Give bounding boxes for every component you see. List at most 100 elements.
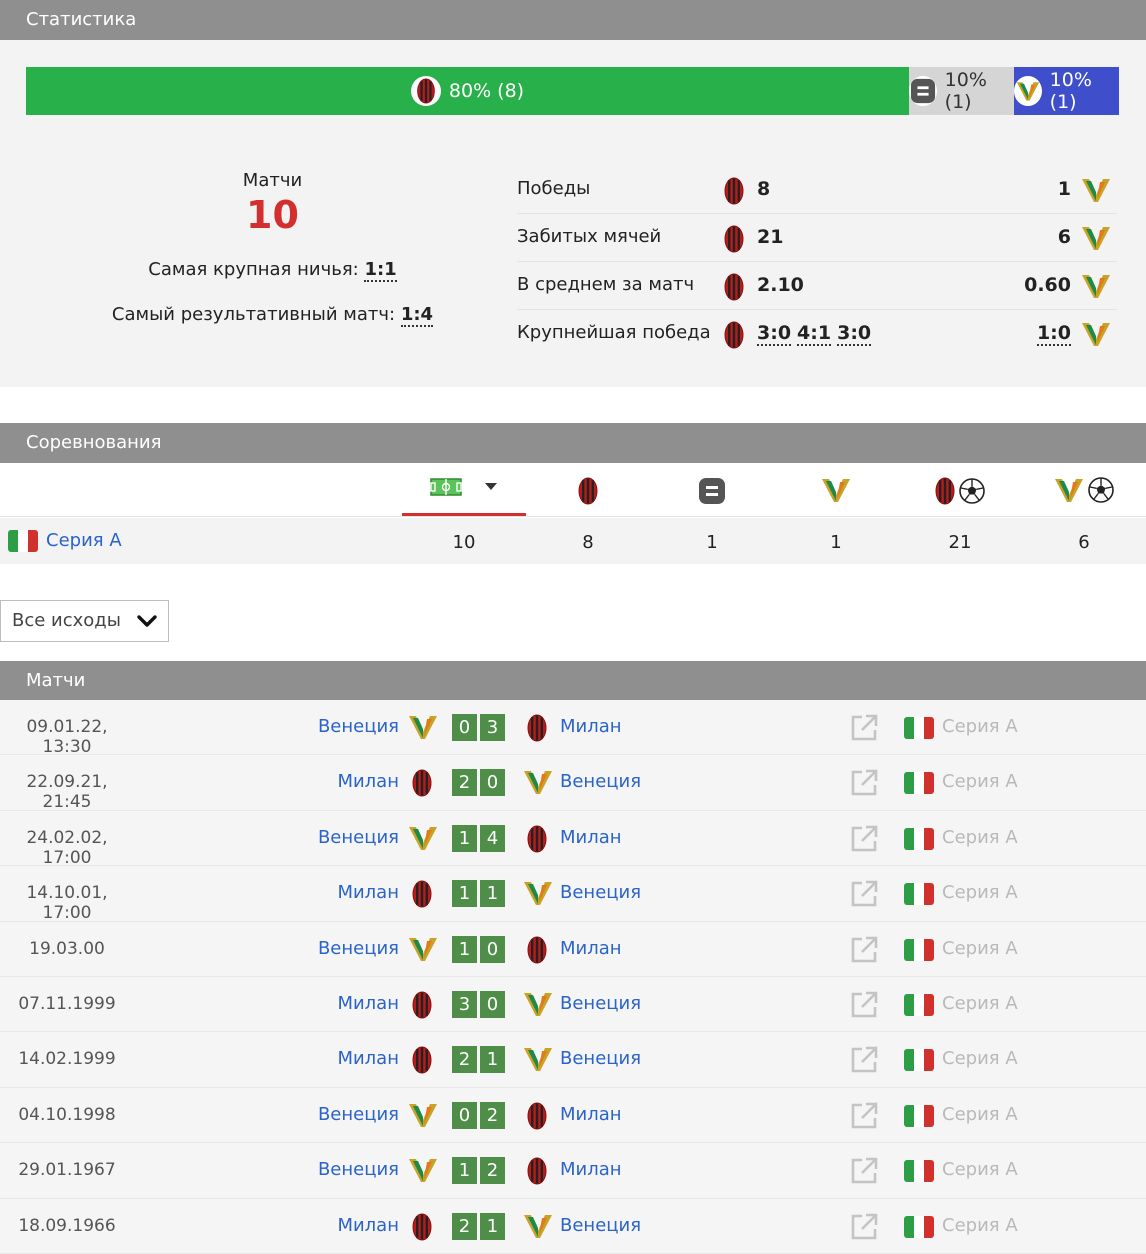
home-team-link[interactable]: Милан — [337, 1215, 399, 1236]
away-team-link[interactable]: Венеция — [560, 993, 641, 1014]
external-link-icon[interactable] — [849, 879, 879, 909]
away-team-logo-icon — [523, 880, 553, 911]
home-team-link[interactable]: Милан — [337, 771, 399, 792]
league-link[interactable]: Серия А — [942, 716, 1018, 737]
away-team-link[interactable]: Милан — [560, 938, 622, 959]
sort-by-matches[interactable] — [402, 477, 526, 497]
match-score[interactable]: 2 1 — [452, 1046, 505, 1074]
external-link-icon[interactable] — [849, 713, 879, 743]
external-link-icon[interactable] — [849, 1045, 879, 1075]
league-link[interactable]: Серия А — [942, 1104, 1018, 1125]
venezia-logo-icon — [1014, 76, 1042, 106]
league-link[interactable]: Серия А — [942, 938, 1018, 959]
external-link-icon[interactable] — [849, 1101, 879, 1131]
away-team-link[interactable]: Венеция — [560, 1215, 641, 1236]
match-row[interactable]: 24.02.02, 17:00 Венеция 1 4 Милан Серия … — [0, 810, 1146, 868]
away-team-link[interactable]: Венеция — [560, 1048, 641, 1069]
biggest-win-score[interactable]: 4:1 — [797, 322, 832, 346]
top-scoring-value[interactable]: 1:4 — [400, 304, 434, 327]
biggest-win-score[interactable]: 3:0 — [757, 322, 792, 346]
match-score[interactable]: 2 1 — [452, 1212, 505, 1240]
sort-by-draws[interactable] — [650, 477, 774, 505]
home-goals: 1 — [452, 880, 477, 908]
away-goals: 1 — [480, 1212, 505, 1240]
away-goals: 2 — [480, 1157, 505, 1185]
biggest-win-score[interactable]: 1:0 — [1036, 322, 1071, 346]
match-row[interactable]: 09.01.22, 13:30 Венеция 0 3 Милан Серия … — [0, 700, 1146, 757]
stat-label: Победы — [517, 178, 591, 199]
matches-total: 10 — [246, 193, 299, 237]
venezia-logo-icon — [821, 477, 851, 503]
match-row[interactable]: 18.09.1966 Милан 2 1 Венеция Серия А — [0, 1198, 1146, 1254]
away-team-link[interactable]: Милан — [560, 1159, 622, 1180]
home-team-link[interactable]: Венеция — [318, 827, 399, 848]
match-score[interactable]: 1 4 — [452, 824, 505, 852]
milan-logo-icon — [935, 477, 955, 505]
home-team-link[interactable]: Милан — [337, 993, 399, 1014]
home-team-link[interactable]: Венеция — [318, 938, 399, 959]
match-row[interactable]: 29.01.1967 Венеция 1 2 Милан Серия А — [0, 1143, 1146, 1199]
match-row[interactable]: 04.10.1998 Венеция 0 2 Милан Серия А — [0, 1087, 1146, 1144]
match-row[interactable]: 07.11.1999 Милан 3 0 Венеция Серия А — [0, 976, 1146, 1033]
external-link-icon[interactable] — [849, 990, 879, 1020]
sort-by-milan-goals[interactable] — [898, 477, 1022, 505]
caret-down-icon — [485, 483, 497, 490]
home-team-link[interactable]: Милан — [337, 1048, 399, 1069]
result-distribution-bar: 80% (8) 10% (1) 10% (1) — [26, 67, 1119, 115]
away-team-link[interactable]: Венеция — [560, 771, 641, 792]
league-link[interactable]: Серия А — [942, 993, 1018, 1014]
external-link-icon[interactable] — [849, 935, 879, 965]
sort-by-venezia-wins[interactable] — [774, 477, 898, 503]
external-link-icon[interactable] — [849, 1212, 879, 1242]
home-team-link[interactable]: Милан — [337, 882, 399, 903]
away-team-logo-icon — [527, 1102, 547, 1135]
match-score[interactable]: 2 0 — [452, 769, 505, 797]
italy-flag-icon — [904, 717, 934, 739]
stat-away-value: 6 — [1057, 226, 1071, 248]
statistics-title: Статистика — [26, 9, 137, 30]
home-team-link[interactable]: Венеция — [318, 1104, 399, 1125]
away-team-link[interactable]: Венеция — [560, 882, 641, 903]
match-score[interactable]: 3 0 — [452, 990, 505, 1018]
home-team-link[interactable]: Венеция — [318, 716, 399, 737]
match-date: 29.01.1967 — [18, 1160, 116, 1181]
competition-link[interactable]: Серия А — [46, 530, 122, 551]
away-goals: 0 — [480, 769, 505, 797]
league-link[interactable]: Серия А — [942, 827, 1018, 848]
venezia-logo-icon — [1081, 273, 1111, 299]
league-link[interactable]: Серия А — [942, 1215, 1018, 1236]
match-score[interactable]: 0 2 — [452, 1101, 505, 1129]
home-team-logo-icon — [408, 825, 438, 856]
external-link-icon[interactable] — [849, 1156, 879, 1186]
external-link-icon[interactable] — [849, 768, 879, 798]
italy-flag-icon — [904, 1105, 934, 1127]
league-link[interactable]: Серия А — [942, 1159, 1018, 1180]
home-goals: 1 — [452, 1157, 477, 1185]
league-link[interactable]: Серия А — [942, 1048, 1018, 1069]
match-score[interactable]: 1 0 — [452, 935, 505, 963]
match-row[interactable]: 14.02.1999 Милан 2 1 Венеция Серия А — [0, 1032, 1146, 1088]
league-link[interactable]: Серия А — [942, 882, 1018, 903]
stat-row-goals: Забитых мячей 21 6 — [517, 214, 1117, 262]
sort-by-milan-wins[interactable] — [526, 477, 650, 505]
match-score[interactable]: 0 3 — [452, 714, 505, 741]
league-link[interactable]: Серия А — [942, 771, 1018, 792]
away-wins-segment[interactable]: 10% (1) — [1014, 67, 1119, 115]
match-row[interactable]: 19.03.00 Венеция 1 0 Милан Серия А — [0, 921, 1146, 977]
away-team-link[interactable]: Милан — [560, 827, 622, 848]
match-row[interactable]: 22.09.21, 21:45 Милан 2 0 Венеция Серия … — [0, 755, 1146, 812]
away-team-link[interactable]: Милан — [560, 716, 622, 737]
draws-segment[interactable]: 10% (1) — [909, 67, 1014, 115]
match-score[interactable]: 1 2 — [452, 1157, 505, 1185]
home-wins-segment[interactable]: 80% (8) — [26, 67, 909, 115]
biggest-draw-value[interactable]: 1:1 — [364, 259, 397, 282]
match-score[interactable]: 1 1 — [452, 880, 505, 908]
sort-by-venezia-goals[interactable] — [1022, 477, 1146, 503]
away-team-link[interactable]: Милан — [560, 1104, 622, 1125]
external-link-icon[interactable] — [849, 824, 879, 854]
match-row[interactable]: 14.10.01, 17:00 Милан 1 1 Венеция Серия … — [0, 866, 1146, 923]
home-team-link[interactable]: Венеция — [318, 1159, 399, 1180]
statistics-header: Статистика — [0, 0, 1146, 40]
biggest-win-score[interactable]: 3:0 — [837, 322, 872, 346]
outcome-filter-select[interactable]: Все исходы — [0, 600, 169, 642]
